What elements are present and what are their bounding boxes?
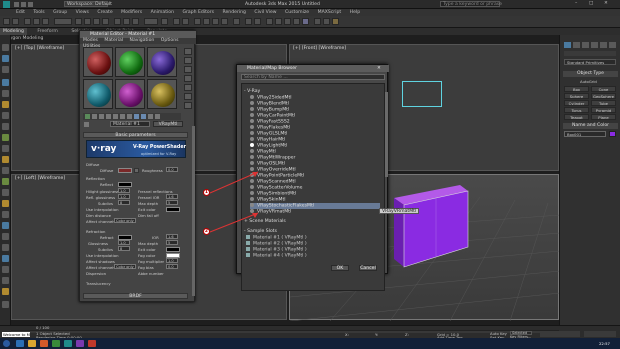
callout-1: 1 <box>203 189 210 196</box>
callout-2: 2 <box>203 228 210 235</box>
callout-arrows <box>209 171 259 233</box>
